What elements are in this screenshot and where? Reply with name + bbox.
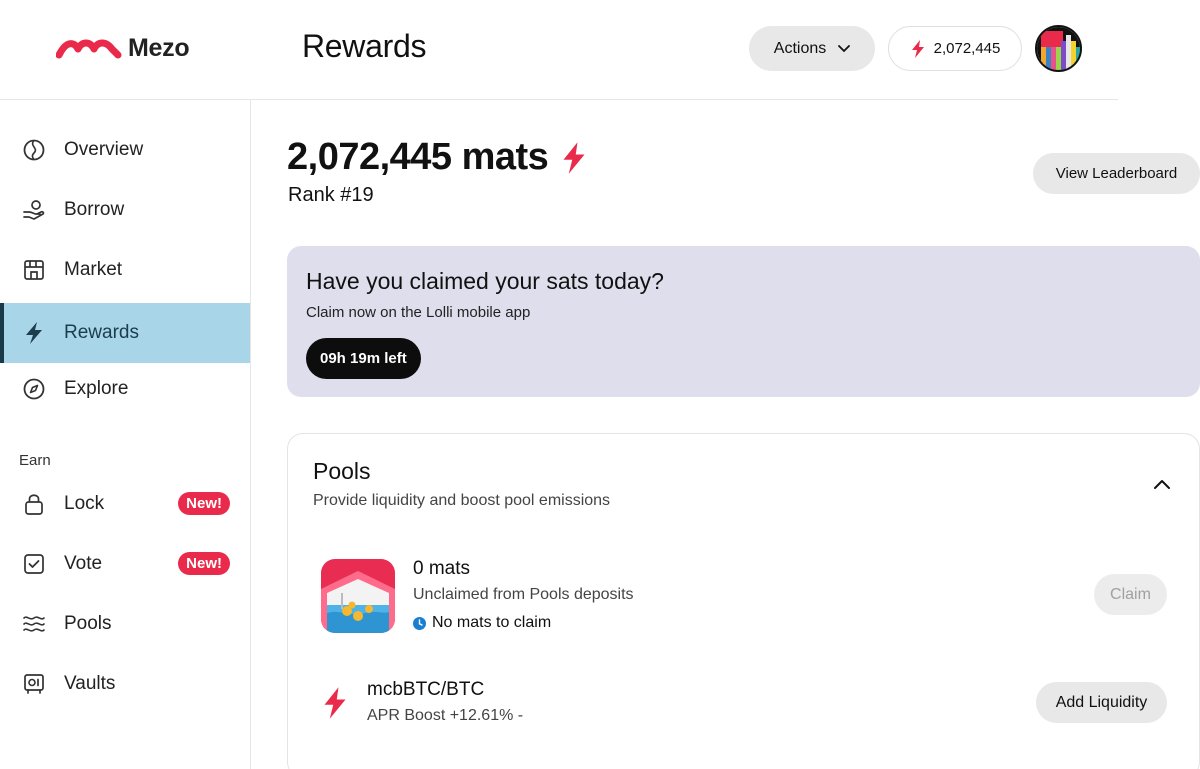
- avatar[interactable]: [1035, 25, 1082, 72]
- sidebar-item-label: Market: [64, 259, 123, 280]
- lock-icon: [22, 492, 46, 516]
- sidebar-item-label: Explore: [64, 378, 129, 399]
- new-badge: New!: [178, 492, 230, 515]
- pool-apr-boost: APR Boost +12.61% -: [367, 707, 524, 724]
- sidebar-item-label: Overview: [64, 139, 144, 160]
- compass-icon: [22, 377, 46, 401]
- sidebar-item-vaults[interactable]: Vaults: [0, 654, 250, 714]
- mats-total: 2,072,445 mats: [287, 136, 588, 179]
- chevron-down-icon: [838, 44, 851, 52]
- logo-text: Mezo: [128, 34, 190, 62]
- sidebar-item-lock[interactable]: Lock New!: [0, 474, 250, 534]
- sidebar-item-label: Pools: [64, 613, 112, 634]
- claim-timer-button[interactable]: 09h 19m left: [306, 338, 421, 379]
- mezo-logo-mark-icon: [56, 39, 122, 58]
- earn-section-label: Earn: [19, 452, 51, 469]
- unclaimed-mats-amount: 0 mats: [413, 558, 471, 579]
- storefront-icon: [22, 258, 46, 282]
- clock-icon: [413, 616, 426, 630]
- unclaimed-mats-description: Unclaimed from Pools deposits: [413, 586, 634, 603]
- claim-banner-subtitle: Claim now on the Lolli mobile app: [306, 304, 531, 321]
- header-divider: [0, 99, 1118, 100]
- rank-label: Rank #19: [288, 184, 374, 206]
- sidebar-item-label: Lock: [64, 493, 105, 514]
- waves-icon: [22, 612, 46, 636]
- new-badge: New!: [178, 552, 230, 575]
- pools-card: Pools Provide liquidity and boost pool e…: [287, 433, 1200, 769]
- sidebar-item-borrow[interactable]: Borrow: [0, 180, 250, 240]
- actions-dropdown-button[interactable]: Actions: [749, 26, 875, 71]
- lightning-icon: [911, 39, 924, 58]
- mats-balance-pill[interactable]: 2,072,445: [888, 26, 1022, 71]
- claim-banner-title: Have you claimed your sats today?: [306, 268, 664, 294]
- page-title: Rewards: [302, 28, 427, 64]
- globe-icon: [22, 138, 46, 162]
- mats-balance-value: 2,072,445: [933, 40, 1001, 57]
- add-liquidity-button[interactable]: Add Liquidity: [1036, 682, 1167, 723]
- lightning-icon: [563, 141, 585, 174]
- sidebar-item-market[interactable]: Market: [0, 240, 250, 300]
- mats-total-value: 2,072,445 mats: [287, 136, 549, 178]
- vault-icon: [22, 672, 46, 696]
- pool-name: mcbBTC/BTC: [367, 679, 485, 700]
- hand-coins-icon: [22, 198, 46, 222]
- avatar-image-icon: [1037, 27, 1080, 70]
- view-leaderboard-button[interactable]: View Leaderboard: [1033, 153, 1200, 194]
- sidebar-item-explore[interactable]: Explore: [0, 359, 250, 419]
- sidebar-divider: [250, 100, 251, 769]
- sidebar-item-label: Borrow: [64, 199, 125, 220]
- sidebar-item-rewards[interactable]: Rewards: [0, 303, 250, 363]
- pools-subtitle: Provide liquidity and boost pool emissio…: [313, 492, 611, 509]
- sidebar-item-label: Rewards: [64, 322, 139, 343]
- sidebar-item-vote[interactable]: Vote New!: [0, 534, 250, 594]
- claim-sats-banner: Have you claimed your sats today? Claim …: [287, 246, 1200, 397]
- claim-button[interactable]: Claim: [1094, 574, 1167, 615]
- claim-status: No mats to claim: [413, 614, 551, 632]
- pools-title: Pools: [313, 458, 371, 484]
- chevron-up-icon[interactable]: [1150, 472, 1174, 496]
- pool-illustration-icon: [321, 559, 395, 633]
- actions-label: Actions: [773, 39, 827, 57]
- claim-status-text: No mats to claim: [432, 614, 552, 631]
- mezo-logo[interactable]: Mezo: [56, 34, 190, 63]
- lightning-icon: [22, 321, 46, 345]
- sidebar-item-label: Vaults: [64, 673, 116, 694]
- sidebar-item-overview[interactable]: Overview: [0, 120, 250, 180]
- checkbox-icon: [22, 552, 46, 576]
- sidebar-item-label: Vote: [64, 553, 103, 574]
- sidebar-item-pools[interactable]: Pools: [0, 594, 250, 654]
- lightning-icon: [324, 687, 346, 719]
